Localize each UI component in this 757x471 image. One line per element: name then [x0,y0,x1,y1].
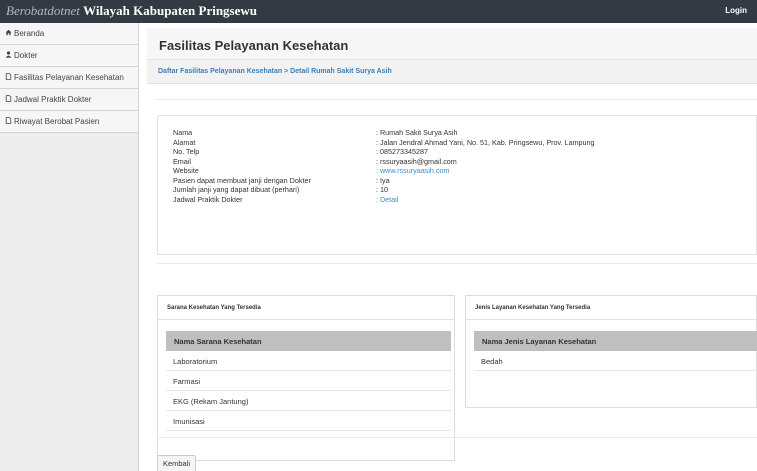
layanan-title: Jenis Layanan Kesehatan Yang Tersedia [475,305,591,311]
divider [157,263,757,264]
table-row: Laboratorium [166,351,451,371]
brand-prefix: Berobatdotnet [6,3,80,18]
breadcrumb-bar: Daftar Fasilitas Pelayanan Kesehatan > D… [147,60,757,84]
divider [157,99,757,100]
detail-label: Email [173,156,191,166]
sidebar-item-label: Jadwal Praktik Dokter [14,95,92,104]
sidebar-item-fasilitas[interactable]: Fasilitas Pelayanan Kesehatan [0,67,138,89]
sidebar-item-jadwal[interactable]: Jadwal Praktik Dokter [0,89,138,111]
sarana-column-header: Nama Sarana Kesehatan [174,337,262,346]
table-row: Imunisasi [166,411,451,431]
page-header: Fasilitas Pelayanan Kesehatan [147,28,757,60]
detail-label: Jadwal Praktik Dokter [173,194,243,204]
sarana-cell: EKG (Rekam Jantung) [173,397,249,406]
brand[interactable]: Berobatdotnet Wilayah Kabupaten Pringsew… [6,3,257,19]
layanan-cell: Bedah [481,357,503,366]
top-navbar: Berobatdotnet Wilayah Kabupaten Pringsew… [0,0,757,23]
layanan-panel-title: Jenis Layanan Kesehatan Yang Tersedia [466,296,756,320]
sidebar-item-dokter[interactable]: Dokter [0,45,138,67]
detail-row-website: Website : www.rssuryaasih.com [173,166,753,175]
detail-row-alamat: Alamat : Jalan Jendral Ahmad Yani, No. 5… [173,138,753,147]
document-icon [5,111,14,133]
detail-value: : 10 [376,185,388,194]
detail-row-jadwal: Jadwal Praktik Dokter : Detail [173,195,753,204]
divider [157,437,757,438]
brand-title: Wilayah Kabupaten Pringsewu [83,3,258,18]
detail-row-email: Email : rssuryaasih@gmail.com [173,157,753,166]
table-row: EKG (Rekam Jantung) [166,391,451,411]
layanan-panel: Jenis Layanan Kesehatan Yang Tersedia Na… [465,295,757,408]
home-icon [5,23,14,45]
back-button[interactable]: Kembali [157,455,196,471]
sarana-table-header: Nama Sarana Kesehatan [166,331,451,351]
detail-label: Jumlah janji yang dapat dibuat (perhari) [173,185,300,194]
detail-panel: Nama : Rumah Sakit Surya Asih Alamat : J… [157,115,757,255]
detail-label: Alamat [173,137,196,147]
detail-value: : Rumah Sakit Surya Asih [376,128,458,137]
detail-label: No. Telp [173,147,200,156]
login-link[interactable]: Login [725,6,747,15]
detail-row-telp: No. Telp : 085273345287 [173,147,753,156]
sarana-cell: Imunisasi [173,417,205,426]
user-icon [5,45,14,67]
detail-row-janji: Pasien dapat membuat janji dengan Dokter… [173,176,753,185]
detail-value: : Jalan Jendral Ahmad Yani, No. 51, Kab.… [376,137,595,147]
document-icon [5,89,14,111]
sidebar-item-label: Fasilitas Pelayanan Kesehatan [14,73,124,82]
sidebar-item-label: Riwayat Berobat Pasien [14,117,100,126]
sarana-panel-title: Sarana Kesehatan Yang Tersedia [158,296,454,320]
table-row: Bedah [474,351,757,371]
detail-value: : rssuryaasih@gmail.com [376,156,457,166]
sidebar-item-label: Dokter [14,51,38,60]
sarana-title: Sarana Kesehatan Yang Tersedia [167,305,261,311]
detail-label: Website [173,166,199,175]
detail-value: : Iya [376,175,390,185]
layanan-table-header: Nama Jenis Layanan Kesehatan [474,331,757,351]
page-title: Fasilitas Pelayanan Kesehatan [159,38,349,53]
document-icon [5,67,14,89]
detail-label: Nama [173,128,193,137]
sarana-cell: Farmasi [173,377,201,386]
table-row: Farmasi [166,371,451,391]
sidebar-item-label: Beranda [14,29,45,38]
detail-row-nama: Nama : Rumah Sakit Surya Asih [173,128,753,137]
sarana-cell: Laboratorium [173,357,218,366]
jadwal-detail-link[interactable]: : Detail [376,195,398,204]
sidebar-item-riwayat[interactable]: Riwayat Berobat Pasien [0,111,138,133]
detail-row-jumlah: Jumlah janji yang dapat dibuat (perhari)… [173,185,753,194]
main-content: Fasilitas Pelayanan Kesehatan Daftar Fas… [147,23,757,471]
breadcrumb[interactable]: Daftar Fasilitas Pelayanan Kesehatan > D… [158,68,392,75]
layanan-column-header: Nama Jenis Layanan Kesehatan [482,337,597,346]
detail-label: Pasien dapat membuat janji dengan Dokter [173,175,311,185]
detail-value: : 085273345287 [376,147,428,156]
sidebar: Beranda Dokter Fasilitas Pelayanan Keseh… [0,23,139,471]
sidebar-item-beranda[interactable]: Beranda [0,23,138,45]
website-link[interactable]: : www.rssuryaasih.com [376,166,450,175]
